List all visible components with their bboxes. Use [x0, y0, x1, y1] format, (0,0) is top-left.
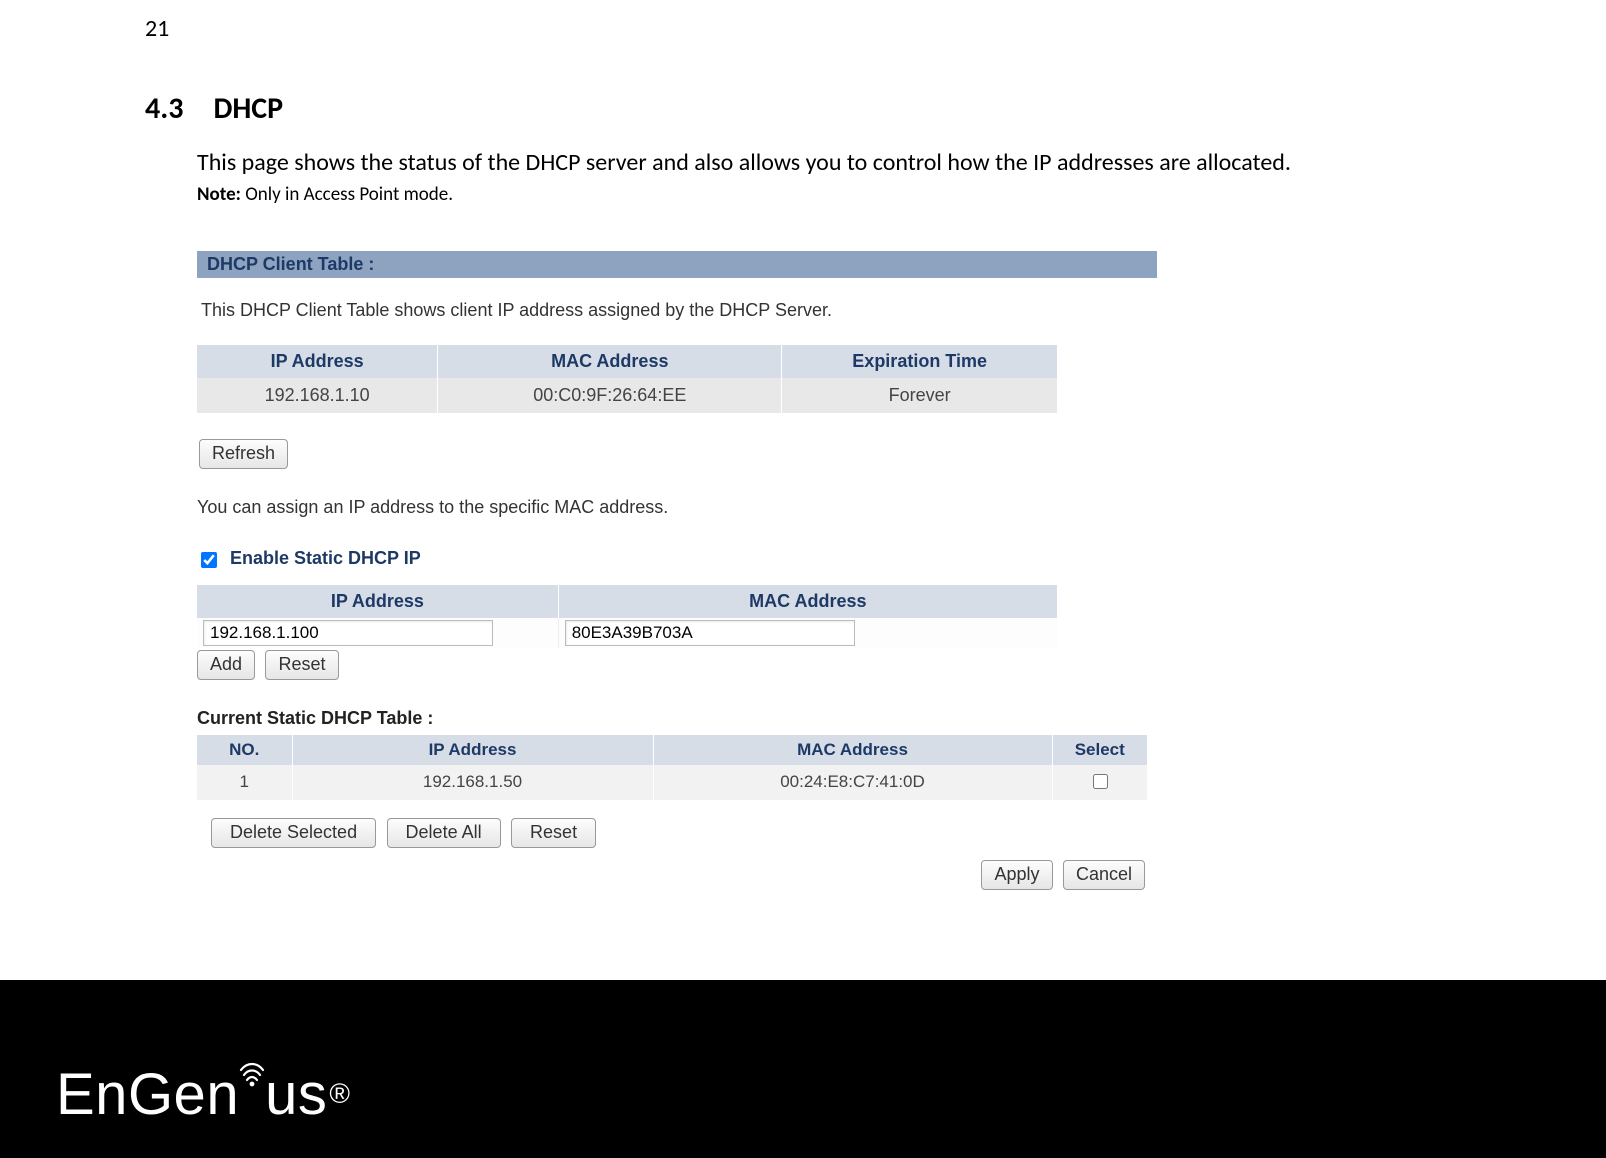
note-text: Only in Access Point mode. — [241, 183, 453, 206]
mac-input[interactable] — [565, 620, 855, 646]
table-row — [197, 618, 1057, 648]
current-static-table: NO. IP Address MAC Address Select 1 192.… — [197, 735, 1147, 800]
col-mac: MAC Address — [653, 735, 1052, 765]
section-title: DHCP — [213, 90, 283, 127]
table-row: 192.168.1.10 00:C0:9F:26:64:EE Forever — [197, 378, 1057, 413]
content: 4.3 DHCP This page shows the status of th… — [145, 90, 1405, 890]
dhcp-client-table: IP Address MAC Address Expiration Time 1… — [197, 345, 1057, 413]
mac-cell — [558, 618, 1057, 648]
intro-text: This page shows the status of the DHCP s… — [197, 147, 1405, 179]
col-mac: MAC Address — [558, 585, 1057, 618]
engenius-logo: EnGen us ® — [56, 1061, 348, 1128]
static-input-table: IP Address MAC Address — [197, 585, 1057, 648]
enable-static-checkbox[interactable] — [201, 552, 217, 568]
note-label: Note: — [197, 183, 241, 206]
col-select: Select — [1052, 735, 1147, 765]
delete-selected-button[interactable]: Delete Selected — [211, 818, 376, 848]
col-exp: Expiration Time — [782, 345, 1057, 378]
logo-part1: EnGen — [56, 1061, 239, 1128]
refresh-row: Refresh — [199, 439, 1157, 469]
client-table-desc: This DHCP Client Table shows client IP a… — [197, 278, 1157, 345]
reset2-button[interactable]: Reset — [511, 818, 596, 848]
refresh-button[interactable]: Refresh — [199, 439, 288, 469]
cell-ip: 192.168.1.50 — [292, 765, 653, 800]
col-ip: IP Address — [197, 585, 558, 618]
dhcp-config-panel: DHCP Client Table : This DHCP Client Tab… — [197, 251, 1157, 889]
static-table-title: Current Static DHCP Table : — [197, 708, 1157, 729]
ip-input[interactable] — [203, 620, 493, 646]
cell-exp: Forever — [782, 378, 1057, 413]
ip-cell — [197, 618, 558, 648]
client-table-header: DHCP Client Table : — [197, 251, 1157, 278]
assign-desc: You can assign an IP address to the spec… — [197, 497, 1157, 518]
table-header-row: NO. IP Address MAC Address Select — [197, 735, 1147, 765]
cell-mac: 00:24:E8:C7:41:0D — [653, 765, 1052, 800]
note: Note: Only in Access Point mode. — [197, 183, 1405, 206]
enable-static-label: Enable Static DHCP IP — [230, 548, 421, 568]
wifi-icon — [237, 1054, 267, 1088]
cancel-button[interactable]: Cancel — [1063, 860, 1145, 890]
apply-row: Apply Cancel — [197, 860, 1147, 890]
cell-no: 1 — [197, 765, 292, 800]
delete-row: Delete Selected Delete All Reset — [211, 818, 1157, 848]
delete-all-button[interactable]: Delete All — [387, 818, 501, 848]
section-heading: 4.3 DHCP — [145, 90, 1405, 127]
col-no: NO. — [197, 735, 292, 765]
apply-button[interactable]: Apply — [981, 860, 1052, 890]
table-header-row: IP Address MAC Address Expiration Time — [197, 345, 1057, 378]
footer: EnGen us ® — [0, 980, 1606, 1158]
registered-icon: ® — [329, 1078, 350, 1110]
add-reset-row: Add Reset — [197, 650, 1157, 680]
row-select-checkbox[interactable] — [1093, 774, 1108, 789]
cell-select — [1052, 765, 1147, 800]
logo-part2: us — [265, 1061, 327, 1128]
cell-mac: 00:C0:9F:26:64:EE — [438, 378, 782, 413]
table-row: 1 192.168.1.50 00:24:E8:C7:41:0D — [197, 765, 1147, 800]
cell-ip: 192.168.1.10 — [197, 378, 438, 413]
col-mac: MAC Address — [438, 345, 782, 378]
col-ip: IP Address — [197, 345, 438, 378]
reset-button[interactable]: Reset — [265, 650, 338, 680]
col-ip: IP Address — [292, 735, 653, 765]
add-button[interactable]: Add — [197, 650, 255, 680]
table-header-row: IP Address MAC Address — [197, 585, 1057, 618]
page-number: 21 — [145, 14, 169, 43]
section-number: 4.3 — [145, 90, 183, 127]
enable-static-row: Enable Static DHCP IP — [197, 548, 1157, 570]
